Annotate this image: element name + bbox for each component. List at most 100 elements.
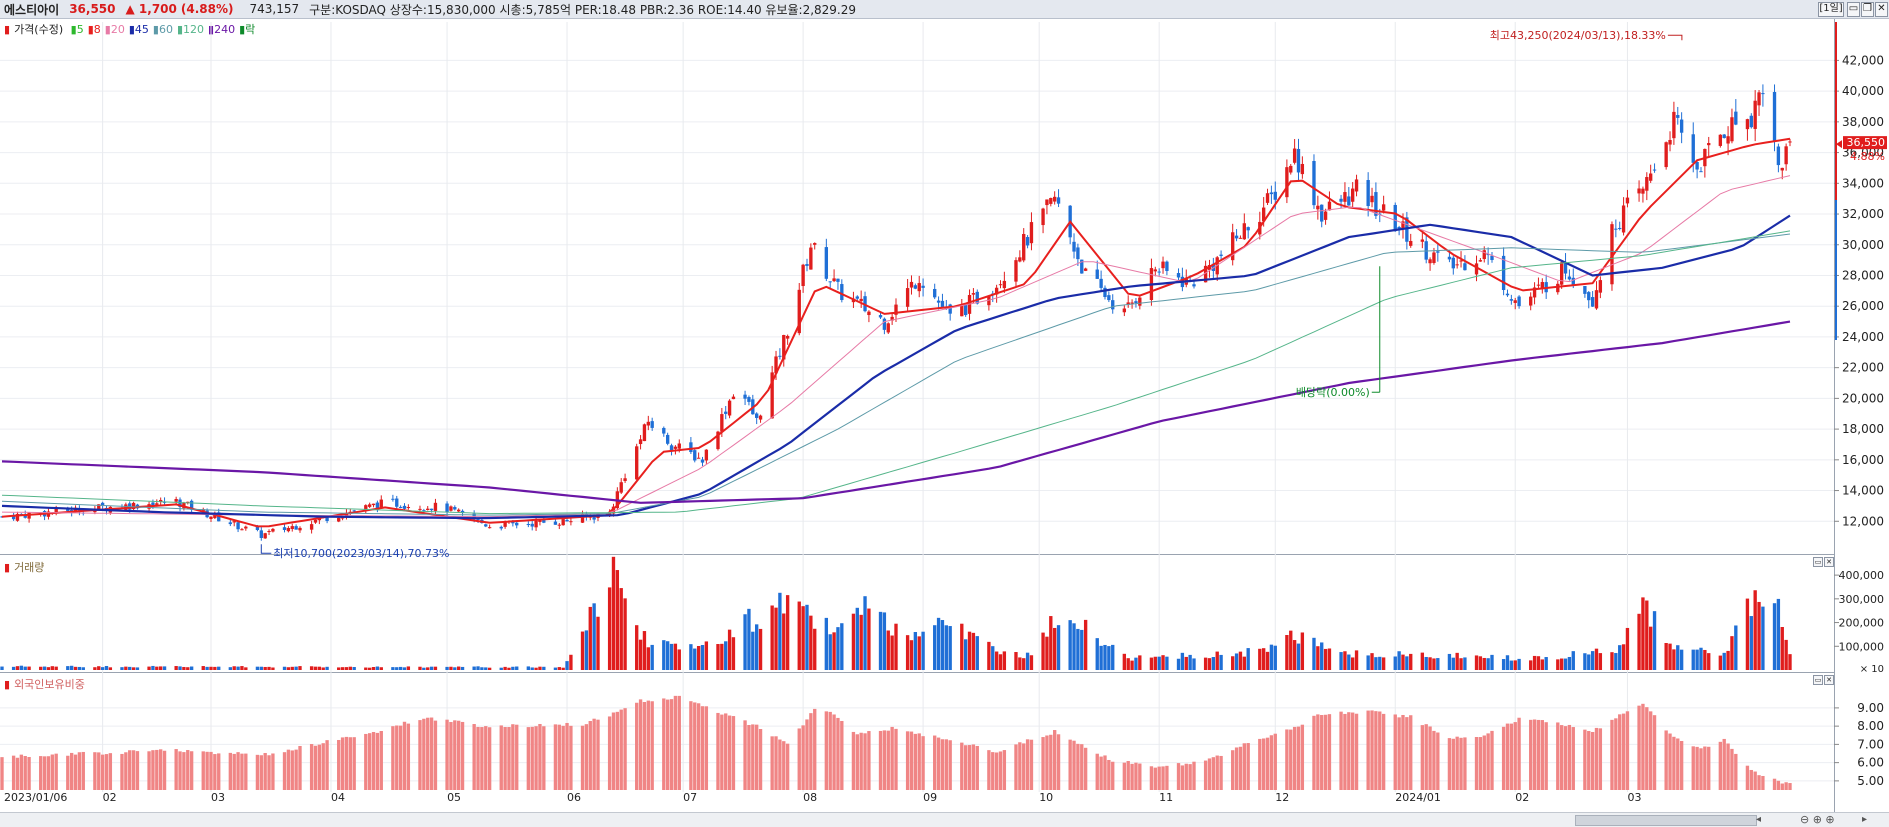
- volume-bar: [1784, 639, 1788, 670]
- volume-bar: [155, 666, 159, 670]
- candle: [298, 527, 302, 531]
- candle: [1451, 257, 1455, 269]
- foreign-holding-bar: [1776, 780, 1781, 790]
- foreign-holding-bar: [580, 725, 585, 790]
- foreign-holding-bar: [1192, 761, 1196, 790]
- candle: [1676, 115, 1680, 118]
- candle: [662, 427, 666, 434]
- volume-bar: [426, 667, 430, 670]
- candle: [309, 524, 314, 530]
- volume-bar: [1327, 648, 1332, 670]
- foreign-holding-bar: [1594, 727, 1599, 790]
- candle: [1428, 259, 1432, 264]
- candle: [886, 323, 890, 333]
- stock-chart[interactable]: 12,000 14,000 16,000 18,000 20,000 22,000 24,0…: [0, 0, 1889, 812]
- foreign-holding-bar: [1598, 728, 1603, 790]
- foreign-holding-bar: [1625, 711, 1630, 790]
- foreign-holding-bar: [271, 753, 275, 790]
- foreign-holding-bar: [325, 740, 329, 790]
- volume-bar: [1053, 627, 1057, 670]
- low-arrow: [260, 544, 272, 554]
- volume-bar: [832, 632, 836, 670]
- chart-scrollbar[interactable]: ◂ ▸: [0, 812, 1889, 827]
- candle: [1122, 308, 1127, 313]
- foreign-holding-bar: [1699, 748, 1703, 790]
- volume-bar: [42, 666, 47, 670]
- volume-bar: [998, 654, 1003, 670]
- foreign-holding-bar: [801, 725, 805, 790]
- foreign-holding-bar: [832, 714, 836, 790]
- volume-bar: [615, 570, 620, 670]
- x-tick-label: 10: [1039, 791, 1053, 804]
- volume-bar: [69, 665, 74, 670]
- volume-bar: [147, 666, 151, 670]
- volume-bar: [580, 631, 585, 670]
- volume-bar: [93, 667, 97, 670]
- volume-bar: [1374, 657, 1378, 670]
- foreign-holding-bar: [994, 752, 999, 790]
- volume-bar: [1215, 651, 1219, 670]
- candle: [445, 503, 449, 513]
- candle: [228, 522, 233, 525]
- candle: [1246, 227, 1250, 231]
- foreign-holding-bar: [607, 716, 612, 790]
- volume-bar: [1432, 658, 1436, 670]
- volume-bar: [940, 620, 945, 670]
- candle: [1300, 163, 1305, 175]
- volume-bar: [913, 632, 918, 670]
- candle: [1053, 196, 1057, 202]
- volume-bar: [635, 625, 639, 670]
- volume-bar: [1378, 656, 1382, 670]
- volume-bar: [824, 617, 829, 670]
- zoom-icons[interactable]: ⊖ ⊕ ⊕: [1800, 813, 1835, 826]
- foreign-holding-bar: [1022, 743, 1026, 790]
- candle: [1784, 146, 1788, 165]
- volume-bar: [1080, 629, 1084, 670]
- volume-bar: [948, 626, 952, 670]
- foreign-holding-bar: [39, 756, 43, 790]
- volume-bar: [232, 666, 236, 670]
- candle: [526, 524, 531, 526]
- scroll-thumb[interactable]: [1575, 815, 1757, 826]
- foreign-holding-bar: [460, 721, 465, 790]
- volume-bar: [1567, 656, 1572, 670]
- volume-bar: [569, 654, 573, 670]
- volume-bar: [379, 667, 383, 670]
- volume-bar: [1397, 651, 1401, 670]
- volume-bar: [263, 666, 267, 670]
- foreign-holding-bar: [696, 703, 701, 790]
- candle: [1583, 286, 1587, 294]
- volume-bar: [743, 614, 747, 670]
- volume-bar: [638, 639, 643, 670]
- candle: [1505, 293, 1510, 296]
- volume-bar: [1590, 651, 1595, 670]
- foreign-holding-bar: [782, 741, 786, 790]
- volume-bar: [704, 641, 709, 670]
- volume-bar: [1381, 657, 1386, 670]
- volume-bar: [27, 666, 31, 670]
- candle: [1029, 222, 1034, 244]
- foreign-holding-bar: [1099, 756, 1103, 790]
- volume-bar: [1749, 616, 1753, 670]
- candle: [635, 446, 639, 480]
- candle: [1351, 188, 1355, 202]
- foreign-holding-bar: [998, 751, 1003, 790]
- candle: [623, 478, 627, 481]
- foreign-holding-bar: [669, 699, 674, 790]
- candle: [1529, 296, 1533, 306]
- foreign-holding-bar: [836, 717, 840, 790]
- foreign-holding-bar: [921, 736, 925, 790]
- volume-bar: [507, 667, 511, 670]
- scroll-left-icon[interactable]: ◂: [1756, 814, 1761, 825]
- foreign-holding-bar: [147, 751, 151, 790]
- candle: [1587, 292, 1591, 301]
- scroll-right-icon[interactable]: ▸: [1862, 814, 1867, 825]
- volume-bar: [1757, 601, 1761, 670]
- volume-bar: [1180, 652, 1185, 670]
- foreign-holding-bar: [1076, 743, 1080, 790]
- high-annotation: 최고43,250(2024/03/13),18.33%: [1490, 29, 1666, 42]
- foreign-holding-bar: [426, 717, 430, 790]
- foreign-holding-bar: [217, 753, 221, 790]
- volume-bar: [1563, 658, 1568, 670]
- volume-bar: [1176, 658, 1181, 670]
